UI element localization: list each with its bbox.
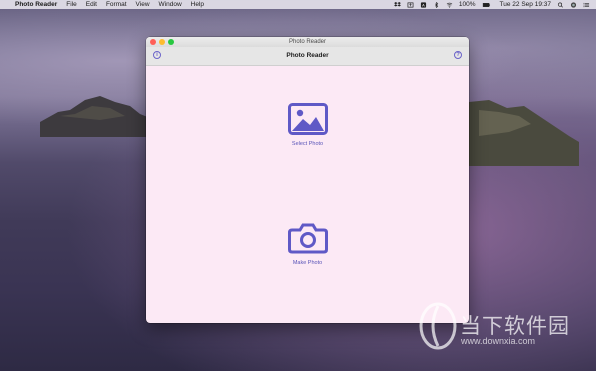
- watermark-url: www.downxia.com: [461, 336, 536, 346]
- window-toolbar: i Photo Reader ?: [146, 47, 469, 66]
- battery-icon[interactable]: [482, 2, 491, 8]
- bluetooth-icon[interactable]: [433, 1, 440, 8]
- window-titlebar[interactable]: Photo Reader: [146, 37, 469, 47]
- notification-center-icon[interactable]: [583, 2, 590, 8]
- menu-view[interactable]: View: [136, 0, 150, 9]
- upload-icon[interactable]: [407, 2, 414, 8]
- svg-text:A: A: [422, 2, 425, 7]
- menu-format[interactable]: Format: [106, 0, 127, 9]
- make-photo-label: Make Photo: [292, 260, 323, 266]
- select-photo-label: Select Photo: [291, 141, 324, 147]
- dropbox-icon[interactable]: [393, 1, 401, 8]
- battery-percent: 100%: [458, 1, 476, 8]
- photo-reader-window: Photo Reader i Photo Reader ? Select Pho…: [146, 37, 469, 323]
- menu-window[interactable]: Window: [159, 0, 182, 9]
- menu-bar: Photo Reader File Edit Format View Windo…: [0, 0, 596, 9]
- select-photo-button[interactable]: Select Photo: [146, 103, 469, 147]
- window-zoom-button[interactable]: [168, 39, 174, 45]
- photo-gallery-icon[interactable]: [287, 103, 328, 135]
- watermark-logo: [419, 302, 457, 350]
- menu-file[interactable]: File: [66, 0, 76, 9]
- menu-edit[interactable]: Edit: [86, 0, 97, 9]
- menubar-clock[interactable]: Tue 22 Sep 19:37: [500, 0, 551, 9]
- window-title: Photo Reader: [288, 39, 327, 45]
- wifi-icon[interactable]: [446, 2, 453, 8]
- help-icon[interactable]: ?: [454, 51, 462, 59]
- camera-icon[interactable]: [287, 222, 328, 254]
- window-minimize-button[interactable]: [159, 39, 165, 45]
- desktop-wallpaper-island-left: [40, 96, 150, 137]
- menu-app-name[interactable]: Photo Reader: [15, 0, 57, 9]
- info-icon[interactable]: i: [153, 51, 161, 59]
- siri-icon[interactable]: [570, 1, 577, 8]
- window-close-button[interactable]: [150, 39, 156, 45]
- make-photo-button[interactable]: Make Photo: [146, 222, 469, 266]
- app-status-icon[interactable]: A: [420, 2, 427, 8]
- spotlight-search-icon[interactable]: [557, 2, 564, 8]
- desktop-wallpaper-island-right: [469, 100, 579, 166]
- toolbar-title: Photo Reader: [286, 52, 329, 59]
- menu-help[interactable]: Help: [191, 0, 204, 9]
